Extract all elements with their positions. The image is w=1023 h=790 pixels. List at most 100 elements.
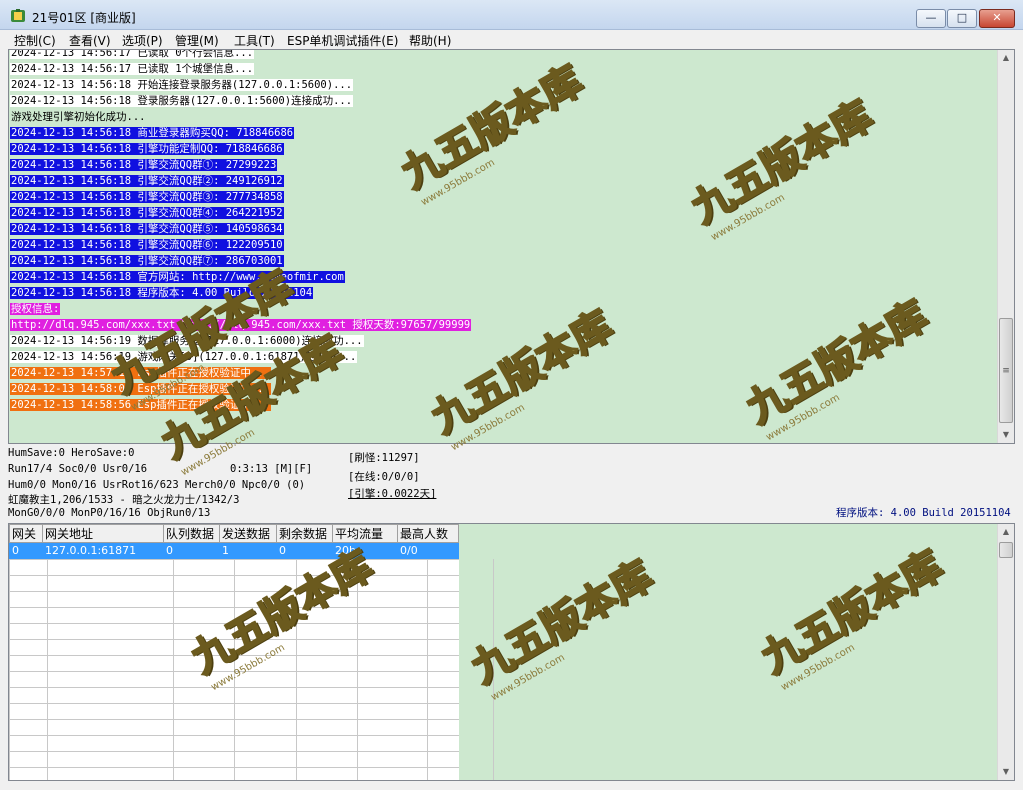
status-mon: MonG0/0/0 MonP0/16/16 ObjRun0/13 (8, 507, 211, 519)
log-line-text: 2024-12-13 14:56:18 引擎功能定制QQ: 718846686 (10, 143, 284, 155)
grid-cell: 20b (332, 542, 398, 559)
grid-column-line (47, 559, 48, 780)
log-line-text: 授权信息: (10, 303, 61, 315)
gateway-grid[interactable]: 网关 网关地址 队列数据 发送数据 剩余数据 平均流量 最高人数 0 127.0.0.1:61… (8, 523, 1015, 781)
grid-scroll-down-arrow-icon[interactable]: ▼ (998, 764, 1014, 780)
status-save: HumSave:0 HeroSave:0 (8, 447, 135, 459)
menu-help[interactable]: 帮助(H) (409, 32, 451, 49)
grid-scroll-thumb[interactable] (999, 542, 1013, 558)
grid-column-header[interactable]: 剩余数据 (276, 524, 333, 543)
log-line-text: 2024-12-13 14:56:18 引擎交流QQ群④: 264221952 (10, 207, 284, 219)
log-line-text: 2024-12-13 14:56:18 商业登录器购买QQ: 718846686 (10, 127, 295, 139)
log-line: 2024-12-13 14:56:18 引擎交流QQ群①: 27299223 (10, 157, 996, 173)
log-line: http://dlq.945.com/xxx.txt http://dlq.94… (10, 317, 996, 333)
grid-column-header[interactable]: 最高人数 (397, 524, 459, 543)
log-line-text: 2024-12-13 14:56:17 已读取 0个行会信息... (10, 49, 255, 59)
menu-options[interactable]: 选项(P) (122, 32, 163, 49)
status-online: [在线:0/0/0] (348, 471, 420, 483)
status-hum: Hum0/0 Mon0/16 UsrRot16/623 Merch0/0 Npc… (8, 479, 306, 491)
log-line-text: 2024-12-13 14:56:18 登录服务器(127.0.0.1:5600… (10, 95, 354, 107)
grid-column-line (357, 559, 358, 780)
grid-column-header[interactable]: 网关 (9, 524, 43, 543)
log-line: 2024-12-13 14:56:18 引擎交流QQ群④: 264221952 (10, 205, 996, 221)
grid-cell: 127.0.0.1:61871 (42, 542, 164, 559)
log-line: 2024-12-13 14:56:18 登录服务器(127.0.0.1:5600… (10, 93, 996, 109)
menu-control[interactable]: 控制(C) (14, 32, 56, 49)
grid-column-header[interactable]: 队列数据 (163, 524, 220, 543)
status-run: Run17/4 Soc0/0 Usr0/16 (8, 463, 148, 475)
grid-column-line (493, 559, 494, 780)
log-line: 2024-12-13 14:56:17 已读取 0个行会信息... (10, 49, 996, 61)
log-line-text: 2024-12-13 14:56:18 引擎交流QQ群①: 27299223 (10, 159, 278, 171)
app-icon (11, 9, 25, 22)
log-line: 2024-12-13 14:56:17 已读取 1个城堡信息... (10, 61, 996, 77)
log-line: 2024-12-13 14:58:56 Esp插件正在授权验证中... (10, 397, 996, 413)
log-line-text: 游戏处理引擎初始化成功... (11, 111, 146, 123)
log-line-text: 2024-12-13 14:56:18 官方网站: http://www.gam… (10, 271, 345, 283)
close-button[interactable]: ✕ (979, 9, 1015, 28)
menu-bar: 控制(C) 查看(V) 选项(P) 管理(M) 工具(T) ESP单机调试插件(… (0, 30, 1023, 49)
grid-column-header[interactable]: 发送数据 (219, 524, 277, 543)
log-line-text: 2024-12-13 14:57:10 Esp插件正在授权验证中... (10, 367, 271, 379)
log-scroll-thumb[interactable]: ≡ (999, 318, 1013, 423)
table-row[interactable]: 0 127.0.0.1:61871 0 1 0 20b 0/0 (9, 542, 459, 559)
grid-cell: 0/0 (397, 542, 459, 559)
log-line: 2024-12-13 14:56:18 引擎交流QQ群⑥: 122209510 (10, 237, 996, 253)
grid-column-line (427, 559, 428, 780)
log-line: 2024-12-13 14:56:18 商业登录器购买QQ: 718846686 (10, 125, 996, 141)
log-line-text: 2024-12-13 14:56:19 游戏网关[0](127.0.0.1:61… (10, 351, 358, 363)
grid-column-header[interactable]: 网关地址 (42, 524, 164, 543)
log-line-text: 2024-12-13 14:56:18 程序版本: 4.00 Build 201… (10, 287, 314, 299)
log-line: 授权信息: (10, 301, 996, 317)
log-line: 2024-12-13 14:56:18 官方网站: http://www.gam… (10, 269, 996, 285)
log-line-text: 2024-12-13 14:56:19 数据库服务器(127.0.0.1:600… (10, 335, 364, 347)
log-panel[interactable]: 2024-12-13 14:56:17 已读取 0个行会信息... 2024-12… (8, 49, 1015, 444)
menu-manage[interactable]: 管理(M) (175, 32, 219, 49)
status-area: HumSave:0 HeroSave:0 Run17/4 Soc0/0 Usr0… (0, 445, 1023, 521)
program-version: 程序版本: 4.00 Build 20151104 (836, 507, 1011, 519)
log-line-text: 2024-12-13 14:56:17 已读取 1个城堡信息... (10, 63, 255, 75)
window-title: 21号01区 [商业版] (32, 11, 136, 25)
minimize-button[interactable]: — (916, 9, 946, 28)
grid-cell: 1 (219, 542, 277, 559)
log-line: 2024-12-13 14:57:10 Esp插件正在授权验证中... (10, 365, 996, 381)
log-line: 2024-12-13 14:56:18 引擎交流QQ群③: 277734858 (10, 189, 996, 205)
scroll-up-arrow-icon[interactable]: ▲ (998, 50, 1014, 66)
grid-scrollbar[interactable]: ▲ ▼ (997, 524, 1014, 780)
log-line-text: 2024-12-13 14:58:04 Esp插件正在授权验证中... (10, 383, 271, 395)
menu-tools[interactable]: 工具(T) (234, 32, 275, 49)
log-line: 2024-12-13 14:56:18 引擎交流QQ群⑤: 140598634 (10, 221, 996, 237)
log-line: 2024-12-13 14:56:18 引擎交流QQ群②: 249126912 (10, 173, 996, 189)
status-engine[interactable]: [引擎:0.0022天] (348, 486, 436, 501)
scroll-down-arrow-icon[interactable]: ▼ (998, 427, 1014, 443)
grid-column-header[interactable]: 平均流量 (332, 524, 398, 543)
log-line: 2024-12-13 14:56:18 引擎交流QQ群⑦: 286703001 (10, 253, 996, 269)
gateway-table: 网关 网关地址 队列数据 发送数据 剩余数据 平均流量 最高人数 0 127.0.0.1:61… (9, 524, 459, 559)
status-time: 0:3:13 [M][F] (230, 463, 313, 475)
log-lines: 2024-12-13 14:56:17 已读取 0个行会信息... 2024-12… (10, 49, 996, 413)
log-line-text: 2024-12-13 14:56:18 引擎交流QQ群⑥: 122209510 (10, 239, 284, 251)
status-refresh: [刷怪:11297] (348, 452, 420, 464)
menu-view[interactable]: 查看(V) (69, 32, 111, 49)
log-line: 2024-12-13 14:56:18 引擎功能定制QQ: 718846686 (10, 141, 996, 157)
log-line-text: 2024-12-13 14:56:18 引擎交流QQ群⑤: 140598634 (10, 223, 284, 235)
log-line-text: 2024-12-13 14:56:18 开始连接登录服务器(127.0.0.1:… (10, 79, 354, 91)
grid-cell: 0 (163, 542, 220, 559)
grid-column-line (296, 559, 297, 780)
log-scrollbar[interactable]: ▲ ≡ ▼ (997, 50, 1014, 443)
grid-column-line (234, 559, 235, 780)
log-line: 2024-12-13 14:56:19 游戏网关[0](127.0.0.1:61… (10, 349, 996, 365)
status-boss: 虹魔教主1,206/1533 - 暗之火龙力士/1342/3 (8, 494, 240, 506)
log-line: 2024-12-13 14:56:18 程序版本: 4.00 Build 201… (10, 285, 996, 301)
log-line-text: 2024-12-13 14:56:18 引擎交流QQ群②: 249126912 (10, 175, 284, 187)
log-line-text: 2024-12-13 14:56:18 引擎交流QQ群③: 277734858 (10, 191, 284, 203)
grid-scroll-up-arrow-icon[interactable]: ▲ (998, 524, 1014, 540)
log-line-text: 2024-12-13 14:58:56 Esp插件正在授权验证中... (10, 399, 271, 411)
maximize-button[interactable]: □ (947, 9, 977, 28)
grid-cell: 0 (9, 542, 43, 559)
menu-esp-plugin[interactable]: ESP单机调试插件(E) (287, 32, 398, 49)
log-line: 游戏处理引擎初始化成功... (10, 109, 996, 125)
grid-cell: 0 (276, 542, 333, 559)
log-line: 2024-12-13 14:56:19 数据库服务器(127.0.0.1:600… (10, 333, 996, 349)
log-line: 2024-12-13 14:56:18 开始连接登录服务器(127.0.0.1:… (10, 77, 996, 93)
